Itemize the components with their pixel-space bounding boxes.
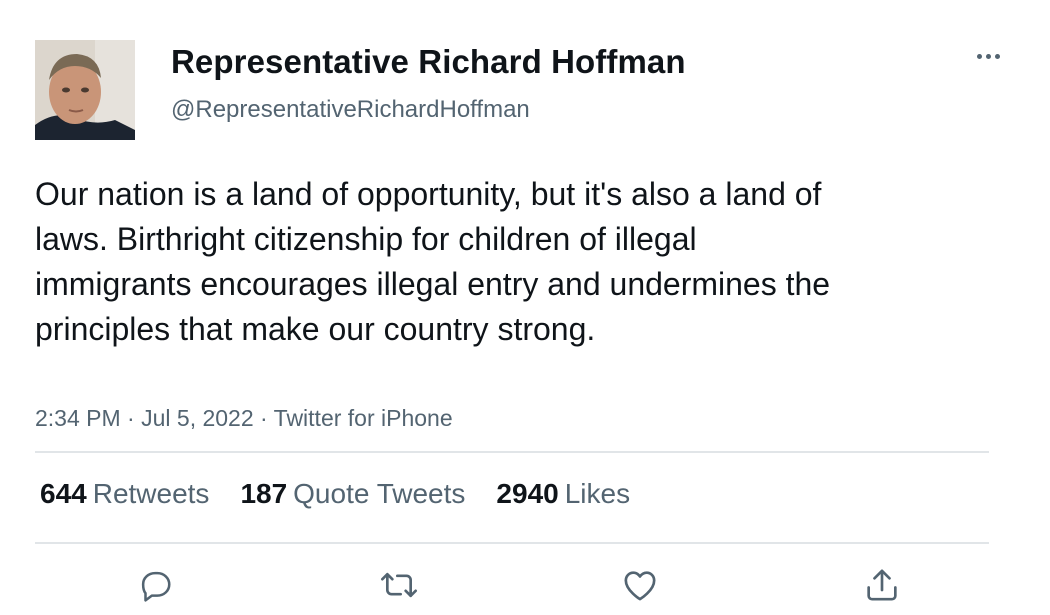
tweet-date[interactable]: Jul 5, 2022 bbox=[141, 405, 254, 431]
reply-icon bbox=[141, 571, 171, 602]
meta-separator: · bbox=[127, 405, 142, 431]
tweet-time[interactable]: 2:34 PM bbox=[35, 405, 121, 431]
action-bar bbox=[0, 563, 1050, 607]
share-icon bbox=[867, 569, 897, 601]
author-display-name[interactable]: Representative Richard Hoffman bbox=[171, 43, 686, 81]
tweet-meta: 2:34 PM · Jul 5, 2022 · Twitter for iPho… bbox=[35, 405, 453, 432]
tweet-text: Our nation is a land of opportunity, but… bbox=[35, 176, 831, 347]
tweet-stats: 644 Retweets 187 Quote Tweets 2940 Likes bbox=[40, 478, 661, 510]
share-button[interactable] bbox=[860, 563, 904, 607]
more-dot bbox=[985, 53, 991, 59]
reply-button[interactable] bbox=[133, 563, 177, 607]
divider bbox=[35, 451, 989, 453]
likes-label: Likes bbox=[564, 478, 631, 509]
author-handle[interactable]: @RepresentativeRichardHoffman bbox=[171, 96, 530, 124]
quote-tweets-count: 187 bbox=[240, 478, 288, 509]
avatar[interactable] bbox=[35, 40, 135, 140]
divider bbox=[35, 542, 989, 544]
retweet-button[interactable] bbox=[377, 563, 421, 607]
retweets-count: 644 bbox=[40, 478, 87, 509]
meta-separator: · bbox=[260, 405, 274, 431]
retweets-label: Retweets bbox=[92, 478, 210, 509]
likes-stat[interactable]: 2940 Likes bbox=[496, 478, 630, 510]
more-dot bbox=[976, 53, 982, 59]
tweet-source[interactable]: Twitter for iPhone bbox=[274, 405, 453, 431]
more-options-button[interactable] bbox=[972, 44, 1004, 68]
avatar-image bbox=[35, 40, 135, 140]
retweet-icon bbox=[381, 572, 417, 598]
quote-tweets-label: Quote Tweets bbox=[293, 478, 466, 509]
quote-tweets-stat[interactable]: 187 Quote Tweets bbox=[240, 478, 465, 510]
like-button[interactable] bbox=[618, 563, 662, 607]
likes-count: 2940 bbox=[496, 478, 559, 509]
like-icon bbox=[624, 571, 656, 601]
retweets-stat[interactable]: 644 Retweets bbox=[40, 478, 209, 510]
more-dot bbox=[994, 53, 1000, 59]
